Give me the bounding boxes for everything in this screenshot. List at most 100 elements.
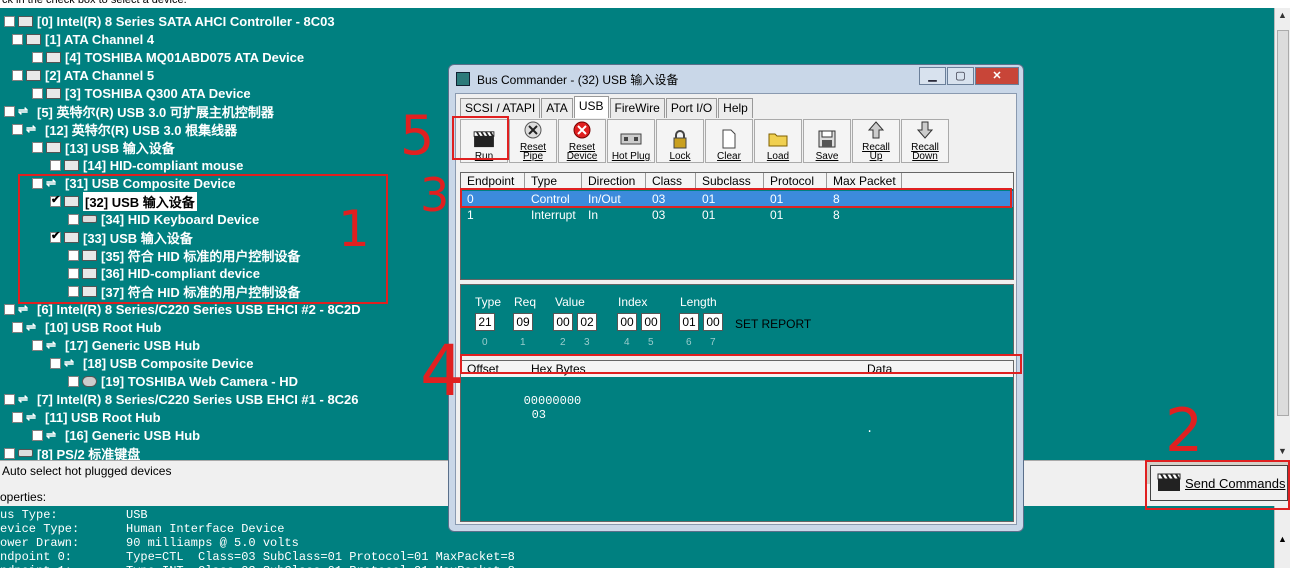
- tree-item-checkbox[interactable]: [68, 375, 79, 387]
- tree-scrollbar[interactable]: ▲ ▼: [1274, 8, 1290, 460]
- maximize-button[interactable]: ▢: [947, 67, 974, 85]
- tree-item-checkbox[interactable]: [4, 105, 15, 117]
- tree-item-label: [13] USB 输入设备: [65, 140, 175, 156]
- tab-help[interactable]: Help: [718, 98, 753, 118]
- tree-item[interactable]: [4] TOSHIBA MQ01ABD075 ATA Device: [32, 48, 304, 66]
- byte-index: 7: [710, 337, 716, 348]
- tree-item-checkbox[interactable]: [12, 123, 23, 135]
- close-button[interactable]: ✕: [975, 67, 1019, 85]
- scroll-down-icon[interactable]: ▼: [1278, 446, 1287, 456]
- tab-usb[interactable]: USB: [573, 96, 609, 118]
- scroll-up-icon[interactable]: ▲: [1278, 534, 1287, 544]
- annotation-5: 5: [400, 104, 435, 167]
- clear-label: Clear: [717, 151, 741, 162]
- endpoint-col-header[interactable]: Subclass: [696, 173, 764, 189]
- save-button[interactable]: Save: [803, 119, 851, 163]
- tree-item-checkbox[interactable]: [12, 33, 23, 45]
- load-button[interactable]: Load: [754, 119, 802, 163]
- reset-pipe-button[interactable]: Reset Pipe: [509, 119, 557, 163]
- tab-ata[interactable]: ATA: [541, 98, 573, 118]
- tab-port-i-o[interactable]: Port I/O: [665, 98, 718, 118]
- tree-item[interactable]: [3] TOSHIBA Q300 ATA Device: [32, 84, 251, 102]
- hot-plug-label: Hot Plug: [611, 151, 651, 162]
- tree-item-checkbox[interactable]: [32, 87, 43, 99]
- setup-byte-field[interactable]: 01: [679, 313, 699, 331]
- tree-item-label: [1] ATA Channel 4: [45, 31, 155, 47]
- tree-item[interactable]: ⇌ [16] Generic USB Hub: [32, 426, 200, 444]
- setup-byte-field[interactable]: 00: [641, 313, 661, 331]
- tree-item[interactable]: [14] HID-compliant mouse: [50, 156, 243, 174]
- endpoint-col-header[interactable]: Endpoint: [461, 173, 525, 189]
- dialog-titlebar[interactable]: Bus Commander - (32) USB 输入设备 ▁ ▢ ✕: [449, 65, 1023, 93]
- tree-item-checkbox[interactable]: [4, 393, 15, 405]
- setup-byte-field[interactable]: 02: [577, 313, 597, 331]
- setup-byte-field[interactable]: 00: [617, 313, 637, 331]
- setup-byte-field[interactable]: 00: [553, 313, 573, 331]
- tree-item[interactable]: ⇌ [11] USB Root Hub: [12, 408, 161, 426]
- clear-button[interactable]: Clear: [705, 119, 753, 163]
- tree-item-checkbox[interactable]: [12, 69, 23, 81]
- dialog-title: Bus Commander - (32) USB 输入设备: [477, 72, 679, 87]
- tree-item-checkbox[interactable]: [32, 141, 43, 153]
- tree-item-checkbox[interactable]: [12, 411, 23, 423]
- tree-item-checkbox[interactable]: [50, 357, 61, 369]
- annotation-4: 4: [420, 330, 465, 412]
- recall-up-label: Recall Up: [862, 142, 890, 162]
- endpoint-col-header[interactable]: Class: [646, 173, 696, 189]
- tree-item[interactable]: ⇌ [5] 英特尔(R) USB 3.0 可扩展主机控制器: [4, 102, 274, 120]
- minimize-button[interactable]: ▁: [919, 67, 946, 85]
- reset-device-button[interactable]: Reset Device: [558, 119, 606, 163]
- tree-item[interactable]: ⇌ [12] 英特尔(R) USB 3.0 根集线器: [12, 120, 237, 138]
- endpoint-col-header[interactable]: Max Packet: [827, 173, 902, 189]
- endpoint-row[interactable]: 1 Interrupt In 03 01 01 8: [461, 207, 1013, 223]
- tree-item[interactable]: [2] ATA Channel 5: [12, 66, 154, 84]
- recall-up-button[interactable]: Recall Up: [852, 119, 900, 163]
- disk-icon: [18, 15, 33, 27]
- tree-item-checkbox[interactable]: [4, 15, 15, 27]
- hot-plug-button[interactable]: Hot Plug: [607, 119, 655, 163]
- tree-item-checkbox[interactable]: [32, 51, 43, 63]
- tree-item-label: [2] ATA Channel 5: [45, 67, 155, 83]
- toolbar: Run Reset Pipe Reset Device Hot Plug Lock Cle…: [460, 119, 1012, 165]
- setup-byte-field[interactable]: 09: [513, 313, 533, 331]
- tree-item[interactable]: ⇌ [18] USB Composite Device: [50, 354, 254, 372]
- annotation-1: 1: [338, 200, 370, 258]
- endpoint-cell: 03: [652, 208, 666, 222]
- endpoint-col-header[interactable]: Direction: [582, 173, 646, 189]
- reset-device-label: Reset Device: [566, 142, 598, 162]
- usb-icon: ⇌: [18, 301, 29, 316]
- byte-index: 3: [584, 337, 590, 348]
- tree-item-label: [16] Generic USB Hub: [65, 427, 201, 443]
- auto-select-label: Auto select hot plugged devices: [2, 464, 172, 478]
- tree-item[interactable]: [8] PS/2 标准键盘: [4, 444, 140, 460]
- tree-item-checkbox[interactable]: [12, 321, 23, 333]
- tree-item-checkbox[interactable]: [32, 339, 43, 351]
- tree-item-checkbox[interactable]: [32, 429, 43, 441]
- scroll-up-icon[interactable]: ▲: [1278, 10, 1287, 20]
- setup-byte-field[interactable]: 21: [475, 313, 495, 331]
- properties-scrollbar[interactable]: ▲: [1274, 506, 1290, 568]
- tree-item-checkbox[interactable]: [50, 159, 61, 171]
- annotation-3: 3: [420, 168, 450, 222]
- setup-byte-field[interactable]: 00: [703, 313, 723, 331]
- endpoint-col-header[interactable]: Protocol: [764, 173, 827, 189]
- usb-icon: ⇌: [26, 409, 37, 424]
- tree-item-checkbox[interactable]: [4, 303, 15, 315]
- tree-item[interactable]: [0] Intel(R) 8 Series SATA AHCI Controll…: [4, 12, 335, 30]
- tree-item[interactable]: ⇌ [7] Intel(R) 8 Series/C220 Series USB E…: [4, 390, 359, 408]
- endpoint-col-header[interactable]: Type: [525, 173, 582, 189]
- tab-firewire[interactable]: FireWire: [609, 98, 665, 118]
- tab-scsi-atapi[interactable]: SCSI / ATAPI: [460, 98, 541, 118]
- tree-item-label: [5] 英特尔(R) USB 3.0 可扩展主机控制器: [37, 104, 274, 120]
- annotation-box-1: [18, 174, 388, 304]
- recall-down-button[interactable]: Recall Down: [901, 119, 949, 163]
- tree-item[interactable]: ⇌ [17] Generic USB Hub: [32, 336, 200, 354]
- tree-item[interactable]: [19] TOSHIBA Web Camera - HD: [68, 372, 298, 390]
- tree-item[interactable]: [13] USB 输入设备: [32, 138, 175, 156]
- tree-item[interactable]: [1] ATA Channel 4: [12, 30, 154, 48]
- lock-button[interactable]: Lock: [656, 119, 704, 163]
- save-label: Save: [815, 151, 839, 162]
- scroll-thumb[interactable]: [1277, 30, 1289, 416]
- tree-item-checkbox[interactable]: [4, 447, 15, 459]
- tree-item[interactable]: ⇌ [10] USB Root Hub: [12, 318, 161, 336]
